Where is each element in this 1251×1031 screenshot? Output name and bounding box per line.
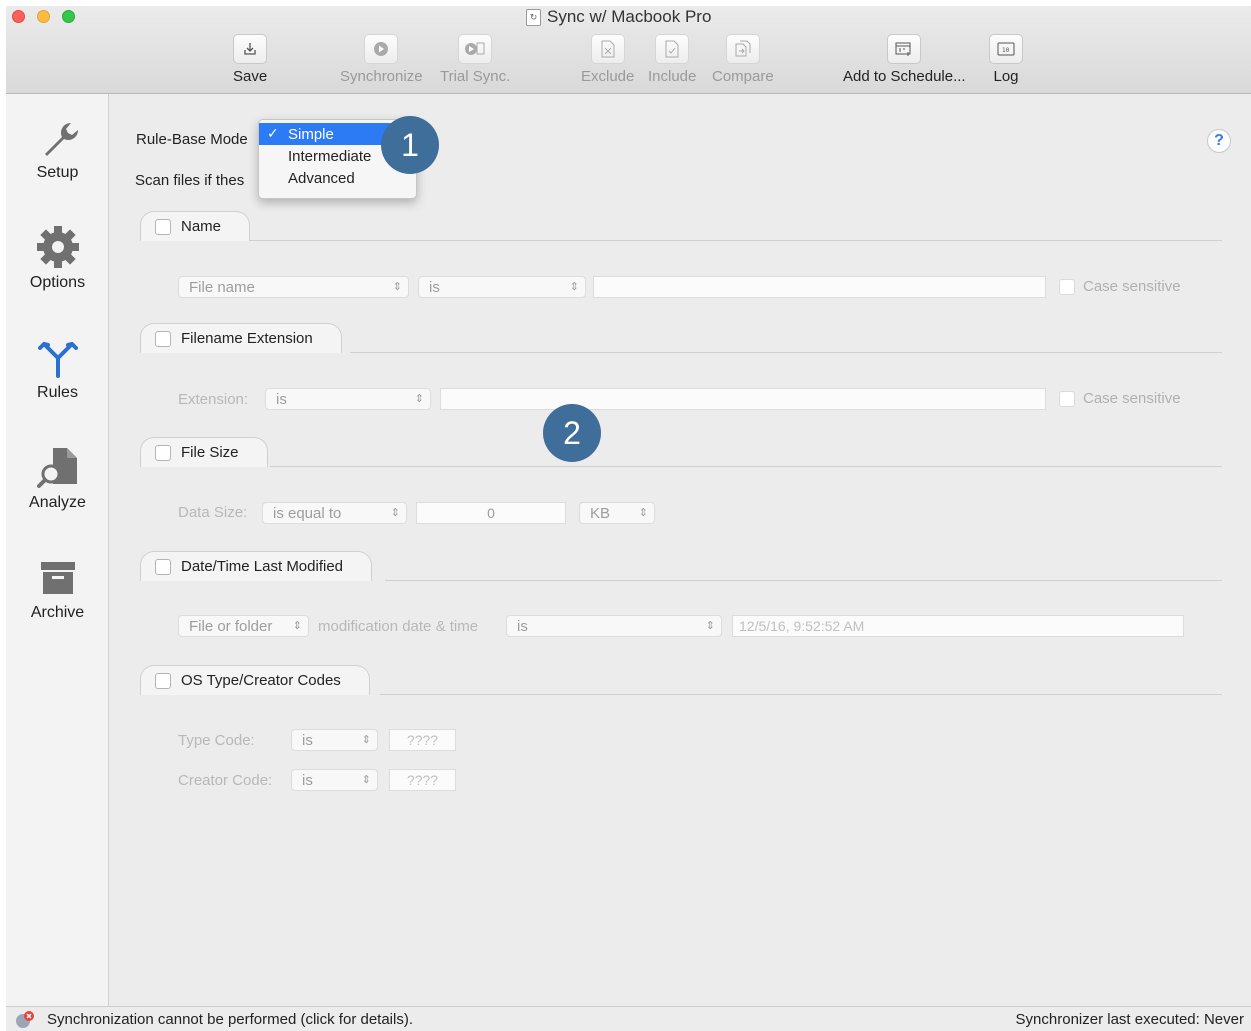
status-message[interactable]: Synchronization cannot be performed (cli… bbox=[47, 1011, 413, 1028]
wrench-icon bbox=[33, 112, 83, 162]
divider bbox=[380, 694, 1222, 695]
rules-panel: Rule-Base Mode Scan files if thes ? Name… bbox=[110, 94, 1251, 1006]
chevron-updown-icon: ⇕ bbox=[361, 773, 371, 786]
toolbar: ↻ Sync w/ Macbook Pro Save Synchronize T… bbox=[6, 6, 1251, 94]
file-size-section-tab[interactable]: File Size bbox=[140, 437, 268, 467]
log-icon: 10 bbox=[989, 34, 1023, 64]
extension-section-tab[interactable]: Filename Extension bbox=[140, 323, 342, 353]
name-case-sensitive[interactable]: Case sensitive bbox=[1059, 278, 1181, 295]
modification-date-label: modification date & time bbox=[318, 618, 479, 635]
chevron-updown-icon: ⇕ bbox=[414, 392, 424, 405]
rule-base-mode-label: Rule-Base Mode bbox=[136, 131, 248, 148]
date-value-input[interactable]: 12/5/16, 9:52:52 AM bbox=[732, 615, 1184, 637]
status-bar: Synchronization cannot be performed (cli… bbox=[6, 1006, 1251, 1031]
os-codes-checkbox[interactable] bbox=[155, 672, 171, 689]
exclude-button[interactable]: Exclude bbox=[581, 34, 634, 85]
chevron-updown-icon: ⇕ bbox=[569, 280, 579, 293]
extension-checkbox[interactable] bbox=[155, 330, 171, 347]
play-icon bbox=[364, 34, 399, 64]
chevron-updown-icon: ⇕ bbox=[638, 506, 648, 519]
os-codes-section-tab[interactable]: OS Type/Creator Codes bbox=[140, 665, 370, 695]
chevron-updown-icon: ⇕ bbox=[390, 506, 400, 519]
include-button[interactable]: Include bbox=[648, 34, 696, 85]
last-executed-label: Synchronizer last executed: Never bbox=[1015, 1011, 1244, 1028]
sidebar-item-options[interactable]: Options bbox=[6, 222, 109, 292]
size-value-input[interactable]: 0 bbox=[416, 502, 566, 524]
case-sensitive-checkbox[interactable] bbox=[1059, 390, 1075, 407]
trial-sync-button[interactable]: Trial Sync. bbox=[440, 34, 510, 85]
checkmark-icon: ✓ bbox=[267, 125, 279, 141]
chevron-updown-icon: ⇕ bbox=[292, 619, 302, 632]
creator-code-input[interactable]: ???? bbox=[389, 769, 456, 791]
error-sync-icon[interactable] bbox=[15, 1011, 35, 1029]
creator-code-label: Creator Code: bbox=[178, 772, 273, 789]
name-value-input[interactable] bbox=[593, 276, 1046, 298]
size-unit-select[interactable]: KB ⇕ bbox=[579, 502, 655, 524]
menu-item-advanced[interactable]: Advanced bbox=[259, 167, 416, 189]
magnifier-document-icon bbox=[33, 442, 83, 492]
gear-icon bbox=[33, 222, 83, 272]
calendar-add-icon bbox=[887, 34, 922, 64]
type-code-operator-select[interactable]: is ⇕ bbox=[291, 729, 378, 751]
divider bbox=[270, 466, 1222, 467]
add-to-schedule-button[interactable]: Add to Schedule... bbox=[843, 34, 966, 85]
save-button[interactable]: Save bbox=[233, 34, 267, 85]
name-checkbox[interactable] bbox=[155, 218, 171, 235]
close-window-button[interactable] bbox=[12, 10, 25, 23]
synchronize-button[interactable]: Synchronize bbox=[340, 34, 423, 85]
minimize-window-button[interactable] bbox=[37, 10, 50, 23]
annotation-badge-1: 1 bbox=[381, 116, 439, 174]
trial-sync-icon bbox=[458, 34, 493, 64]
sidebar-item-rules[interactable]: Rules bbox=[6, 332, 109, 402]
extension-case-sensitive[interactable]: Case sensitive bbox=[1059, 390, 1181, 407]
compare-button[interactable]: Compare bbox=[712, 34, 774, 85]
sidebar-item-analyze[interactable]: Analyze bbox=[6, 442, 109, 512]
date-target-select[interactable]: File or folder ⇕ bbox=[178, 615, 309, 637]
name-attribute-select[interactable]: File name ⇕ bbox=[178, 276, 409, 298]
save-icon bbox=[233, 34, 268, 64]
chevron-updown-icon: ⇕ bbox=[392, 280, 402, 293]
help-button[interactable]: ? bbox=[1207, 129, 1231, 153]
chevron-updown-icon: ⇕ bbox=[705, 619, 715, 632]
document-icon: ↻ bbox=[526, 8, 541, 26]
divider bbox=[350, 352, 1222, 353]
chevron-updown-icon: ⇕ bbox=[361, 733, 371, 746]
scan-files-label: Scan files if thes bbox=[135, 172, 245, 189]
sidebar-item-archive[interactable]: Archive bbox=[6, 552, 109, 622]
creator-code-operator-select[interactable]: is ⇕ bbox=[291, 769, 378, 791]
file-size-checkbox[interactable] bbox=[155, 444, 171, 461]
extension-label: Extension: bbox=[178, 391, 249, 408]
exclude-document-icon bbox=[590, 34, 625, 64]
branch-icon bbox=[33, 332, 83, 382]
size-operator-select[interactable]: is equal to ⇕ bbox=[262, 502, 407, 524]
annotation-badge-2: 2 bbox=[543, 404, 601, 462]
window-title: ↻ Sync w/ Macbook Pro bbox=[526, 7, 711, 27]
zoom-window-button[interactable] bbox=[62, 10, 75, 23]
log-button[interactable]: 10 Log bbox=[989, 34, 1023, 85]
type-code-input[interactable]: ???? bbox=[389, 729, 456, 751]
sidebar-item-setup[interactable]: Setup bbox=[6, 112, 109, 182]
divider bbox=[385, 580, 1222, 581]
date-modified-section-tab[interactable]: Date/Time Last Modified bbox=[140, 551, 373, 581]
case-sensitive-checkbox[interactable] bbox=[1059, 278, 1075, 295]
svg-text:10: 10 bbox=[1002, 47, 1010, 54]
include-document-icon bbox=[655, 34, 690, 64]
extension-value-input[interactable] bbox=[440, 388, 1046, 410]
name-operator-select[interactable]: is ⇕ bbox=[418, 276, 586, 298]
extension-operator-select[interactable]: is ⇕ bbox=[265, 388, 431, 410]
compare-documents-icon bbox=[725, 34, 760, 64]
type-code-label: Type Code: bbox=[178, 732, 255, 749]
data-size-label: Data Size: bbox=[178, 504, 248, 521]
app-window: ↻ Sync w/ Macbook Pro Save Synchronize T… bbox=[6, 6, 1251, 1031]
date-modified-checkbox[interactable] bbox=[155, 558, 171, 575]
date-operator-select[interactable]: is ⇕ bbox=[506, 615, 722, 637]
archive-box-icon bbox=[33, 552, 83, 602]
sidebar: Setup Options Rules Analyze Archive bbox=[6, 94, 109, 1006]
name-section-tab[interactable]: Name bbox=[140, 211, 251, 241]
divider bbox=[250, 240, 1222, 241]
